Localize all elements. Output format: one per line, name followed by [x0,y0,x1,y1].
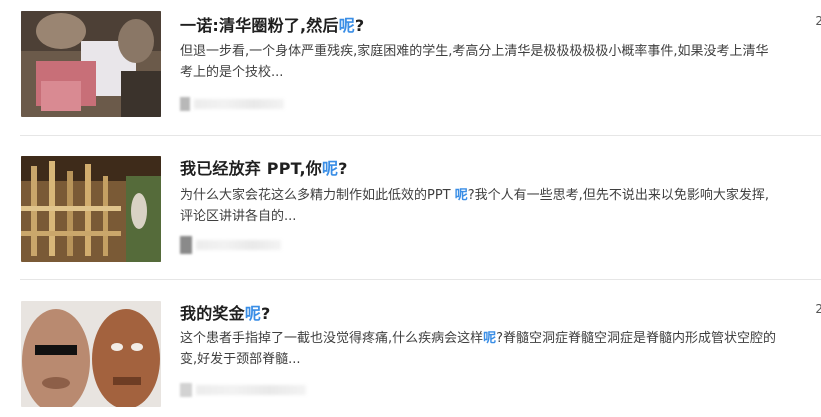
result-thumbnail[interactable] [21,11,161,117]
snippet-keyword: 呢 [483,331,497,346]
title-text: 一诺:清华圈粉了,然后 [180,16,339,35]
result-snippet: 为什么大家会花这么多精力制作如此低效的PPT 呢?我个人有一些思考,但先不说出来… [180,185,821,227]
title-text: 我的奖金 [180,304,245,323]
title-keyword: 呢 [338,16,355,35]
title-suffix: ? [338,159,348,178]
thumbnail-image [21,11,161,117]
result-snippet: 这个患者手指掉了一截也没觉得疼痛,什么疾病会这样呢?脊髓空洞症脊髓空洞症是脊髓内… [180,328,821,370]
result-title[interactable]: 一诺:清华圈粉了,然后呢? [180,12,364,36]
result-title[interactable]: 我的奖金呢? [180,300,271,324]
title-keyword: 呢 [244,304,262,323]
result-title[interactable]: 我已经放弃 PPT,你呢? [180,155,348,179]
blurred-avatar [180,97,190,111]
blurred-avatar [180,236,192,254]
blurred-avatar [180,383,192,397]
snippet-line: 这个患者手指掉了一截也没觉得疼痛,什么疾病会这样呢?脊髓空洞症脊髓空洞症是脊髓内… [180,328,821,349]
result-thumbnail[interactable] [21,156,161,262]
author-meta [180,383,306,397]
result-thumbnail[interactable] [21,301,161,407]
blurred-author [196,385,306,395]
blurred-author [196,240,281,250]
result-item[interactable]: 一诺:清华圈粉了,然后呢? 但退一步看,一个身体严重残疾,家庭困难的学生,考高分… [0,0,821,135]
snippet-text: ?我个人有一些思考,但先不说出来以免影响大家发挥, [467,188,769,203]
result-date: 2 [815,14,821,28]
snippet-line: 考上的是个技校... [180,65,284,80]
result-snippet: 但退一步看,一个身体严重残疾,家庭困难的学生,考高分上清华是极极极极极小概率事件… [180,41,821,83]
snippet-line: 为什么大家会花这么多精力制作如此低效的PPT 呢?我个人有一些思考,但先不说出来… [180,185,821,206]
title-suffix: ? [354,16,365,35]
thumbnail-image [21,156,161,262]
snippet-keyword: 呢 [454,188,468,203]
author-meta [180,236,281,254]
author-meta [180,97,284,111]
thumbnail-image [21,301,161,407]
snippet-text: 这个患者手指掉了一截也没觉得疼痛,什么疾病会这样 [180,331,484,346]
snippet-line: 但退一步看,一个身体严重残疾,家庭困难的学生,考高分上清华是极极极极极小概率事件… [180,44,769,59]
title-text: 我已经放弃 PPT,你 [180,159,322,178]
snippet-line: 变,好发于颈部脊髓... [180,352,301,367]
result-item[interactable]: 我的奖金呢? 这个患者手指掉了一截也没觉得疼痛,什么疾病会这样呢?脊髓空洞症脊髓… [0,280,821,417]
title-keyword: 呢 [321,159,339,178]
result-date: 2 [815,302,821,316]
title-suffix: ? [261,304,271,323]
result-item[interactable]: 我已经放弃 PPT,你呢? 为什么大家会花这么多精力制作如此低效的PPT 呢?我… [0,136,821,279]
snippet-text: ?脊髓空洞症脊髓空洞症是脊髓内形成管状空腔的 [496,331,777,346]
blurred-author [194,99,284,109]
snippet-line: 评论区讲讲各自的... [180,209,297,224]
snippet-text: 为什么大家会花这么多精力制作如此低效的PPT [180,188,455,203]
